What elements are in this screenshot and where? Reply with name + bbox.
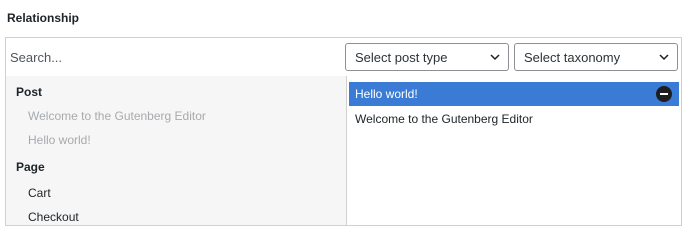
group-label-post: Post [16,85,43,99]
search-input[interactable] [10,44,330,70]
remove-icon[interactable] [656,86,672,102]
group-label-page: Page [16,160,45,174]
chevron-down-icon [490,54,500,61]
choice-item[interactable]: Cart [28,186,51,200]
selected-item-label: Hello world! [355,87,418,101]
relationship-field: Select post type Select taxonomy Post We… [5,37,682,226]
post-type-select-label: Select post type [355,50,448,65]
selected-item[interactable]: Hello world! [349,82,679,106]
choice-item[interactable]: Checkout [28,210,79,224]
taxonomy-select[interactable]: Select taxonomy [514,43,678,71]
field-label: Relationship [7,11,80,25]
choice-item: Welcome to the Gutenberg Editor [28,109,206,123]
selected-item[interactable]: Welcome to the Gutenberg Editor [355,112,533,126]
chevron-down-icon [659,54,669,61]
choices-list[interactable]: Post Welcome to the Gutenberg Editor Hel… [6,76,347,225]
taxonomy-select-label: Select taxonomy [524,50,621,65]
filters-bar: Select post type Select taxonomy [6,38,681,77]
choice-item: Hello world! [28,133,91,147]
selected-values-list[interactable]: Hello world! Welcome to the Gutenberg Ed… [347,76,681,225]
post-type-select[interactable]: Select post type [345,43,509,71]
